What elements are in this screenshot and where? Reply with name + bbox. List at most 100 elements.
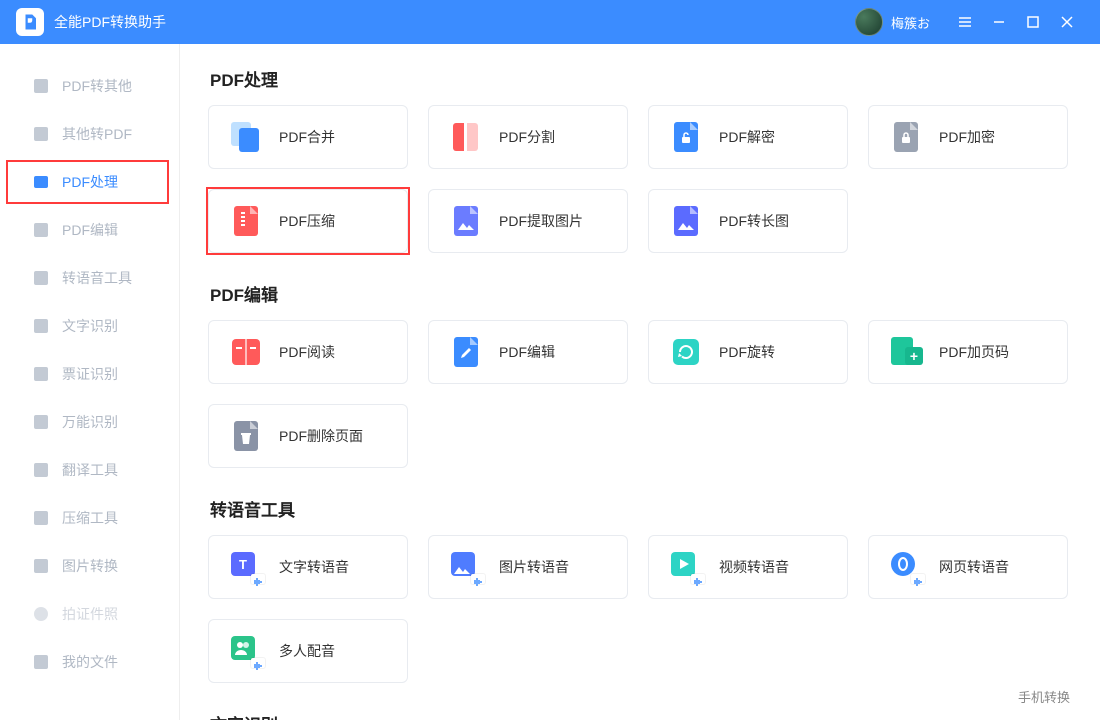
edit-file-icon (451, 337, 481, 367)
card-label: PDF转长图 (719, 211, 789, 231)
sidebar-item-label: 转语音工具 (62, 268, 132, 288)
card-label: PDF旋转 (719, 342, 775, 362)
main-content: PDF处理 PDF合并 PDF分割 (180, 44, 1100, 720)
card-video-to-speech[interactable]: 视频转语音 (648, 535, 848, 599)
card-label: 多人配音 (279, 641, 335, 661)
card-web-to-speech[interactable]: 网页转语音 (868, 535, 1068, 599)
sidebar-item-other-to-pdf[interactable]: 其他转PDF (0, 110, 179, 158)
sidebar-item-label: 压缩工具 (62, 508, 118, 528)
card-pdf-edit[interactable]: PDF编辑 (428, 320, 628, 384)
grid-pdf-process: PDF合并 PDF分割 PDF解密 (208, 105, 1072, 253)
sidebar-item-label: PDF编辑 (62, 220, 118, 240)
sidebar-item-translate[interactable]: 翻译工具 (0, 446, 179, 494)
avatar[interactable] (855, 8, 883, 36)
grid-tts: T 文字转语音 图片转语音 视频转语音 (208, 535, 1072, 683)
image-icon (32, 557, 50, 575)
audio-badge-icon (911, 574, 925, 584)
titlebar: 全能PDF转换助手 梅簇お (0, 0, 1100, 44)
card-label: 网页转语音 (939, 557, 1009, 577)
card-label: PDF删除页面 (279, 426, 363, 446)
pdf-icon (32, 77, 50, 95)
video-speech-icon (671, 552, 701, 582)
card-pdf-encrypt[interactable]: PDF加密 (868, 105, 1068, 169)
sidebar-item-label: 其他转PDF (62, 124, 132, 144)
translate-icon (32, 461, 50, 479)
card-pdf-extract-image[interactable]: PDF提取图片 (428, 189, 628, 253)
sidebar-item-ocr[interactable]: 文字识别 (0, 302, 179, 350)
sidebar-item-label: 拍证件照 (62, 604, 118, 624)
card-multi-voice[interactable]: 多人配音 (208, 619, 408, 683)
edit-icon (32, 221, 50, 239)
read-icon (231, 337, 261, 367)
sidebar-item-label: 我的文件 (62, 652, 118, 672)
card-pdf-delete-page[interactable]: PDF删除页面 (208, 404, 408, 468)
section-title-ocr: 文字识别 (210, 711, 1072, 720)
idphoto-icon (32, 605, 50, 623)
close-button[interactable] (1050, 0, 1084, 44)
sidebar-item-pdf-edit[interactable]: PDF编辑 (0, 206, 179, 254)
card-label: PDF加密 (939, 127, 995, 147)
sidebar-item-label: 文字识别 (62, 316, 118, 336)
card-label: PDF编辑 (499, 342, 555, 362)
card-pdf-compress[interactable]: PDF压缩 (208, 189, 408, 253)
sidebar-item-image-convert[interactable]: 图片转换 (0, 542, 179, 590)
card-text-to-speech[interactable]: T 文字转语音 (208, 535, 408, 599)
convert-icon (32, 125, 50, 143)
card-label: PDF提取图片 (499, 211, 583, 231)
grid-pdf-edit: PDF阅读 PDF编辑 PDF旋转 + (208, 320, 1072, 468)
card-pdf-decrypt[interactable]: PDF解密 (648, 105, 848, 169)
card-pdf-rotate[interactable]: PDF旋转 (648, 320, 848, 384)
files-icon (32, 653, 50, 671)
card-label: PDF解密 (719, 127, 775, 147)
card-label: PDF阅读 (279, 342, 335, 362)
card-label: 图片转语音 (499, 557, 569, 577)
sidebar-item-label: 图片转换 (62, 556, 118, 576)
sidebar-item-label: 万能识别 (62, 412, 118, 432)
audio-badge-icon (471, 574, 485, 584)
sidebar-item-ticket[interactable]: 票证识别 (0, 350, 179, 398)
audio-badge-icon (251, 574, 265, 584)
card-pdf-read[interactable]: PDF阅读 (208, 320, 408, 384)
sidebar-item-pdf-process[interactable]: PDF处理 (0, 158, 179, 206)
sidebar-item-universal-ocr[interactable]: 万能识别 (0, 398, 179, 446)
sidebar-item-label: 票证识别 (62, 364, 118, 384)
unlock-icon (671, 122, 701, 152)
card-pdf-add-page-number[interactable]: + PDF加页码 (868, 320, 1068, 384)
text-speech-icon: T (231, 552, 261, 582)
sidebar-item-pdf-to-other[interactable]: PDF转其他 (0, 62, 179, 110)
compress-icon (32, 509, 50, 527)
card-label: PDF加页码 (939, 342, 1009, 362)
app-logo (16, 8, 44, 36)
card-pdf-split[interactable]: PDF分割 (428, 105, 628, 169)
section-title-pdf-process: PDF处理 (210, 66, 1072, 91)
card-pdf-to-long-image[interactable]: PDF转长图 (648, 189, 848, 253)
extract-image-icon (451, 206, 481, 236)
card-label: 文字转语音 (279, 557, 349, 577)
rotate-icon (671, 337, 701, 367)
menu-button[interactable] (948, 0, 982, 44)
sidebar-item-my-files[interactable]: 我的文件 (0, 638, 179, 686)
pagenum-icon: + (891, 337, 921, 367)
card-label: PDF分割 (499, 127, 555, 147)
universal-icon (32, 413, 50, 431)
mobile-convert-link[interactable]: 手机转换 (1018, 687, 1070, 706)
card-pdf-merge[interactable]: PDF合并 (208, 105, 408, 169)
username[interactable]: 梅簇お (891, 13, 930, 32)
merge-icon (231, 122, 261, 152)
sidebar-item-tts[interactable]: 转语音工具 (0, 254, 179, 302)
section-title-tts: 转语音工具 (210, 496, 1072, 521)
multivoice-icon (231, 636, 261, 666)
process-icon (32, 173, 50, 191)
sidebar-item-compress[interactable]: 压缩工具 (0, 494, 179, 542)
audio-badge-icon (251, 658, 265, 668)
card-label: PDF合并 (279, 127, 335, 147)
delete-page-icon (231, 421, 261, 451)
card-image-to-speech[interactable]: 图片转语音 (428, 535, 628, 599)
audio-icon (32, 269, 50, 287)
image-speech-icon (451, 552, 481, 582)
sidebar-item-idphoto[interactable]: 拍证件照 (0, 590, 179, 638)
sidebar: PDF转其他 其他转PDF PDF处理 PDF编辑 转语音工具 文字识别 票证识… (0, 44, 180, 720)
maximize-button[interactable] (1016, 0, 1050, 44)
minimize-button[interactable] (982, 0, 1016, 44)
lock-icon (891, 122, 921, 152)
